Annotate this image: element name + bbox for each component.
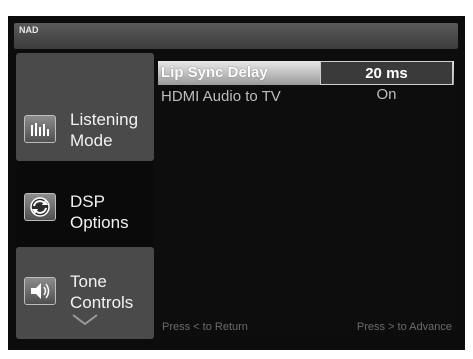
tv-screen: NAD Listening Mode DSP Options Tone Cont…	[8, 16, 465, 350]
sidebar-item-label: Tone Controls	[70, 272, 134, 312]
chevron-down-icon[interactable]	[71, 313, 99, 332]
sidebar-item-tone-controls[interactable]: Tone Controls	[16, 247, 154, 339]
sidebar-item-label: DSP Options	[70, 192, 129, 232]
sidebar-item-label: Listening Mode	[70, 110, 139, 150]
setting-label: HDMI Audio to TV	[161, 88, 281, 105]
setting-row-lip-sync-delay[interactable]: Lip Sync Delay 20 ms	[158, 61, 454, 85]
equalizer-bars-icon	[24, 115, 56, 143]
return-hint: Press < to Return	[162, 321, 248, 333]
setting-row-hdmi-audio-to-tv[interactable]: HDMI Audio to TV On	[158, 85, 454, 109]
setting-value[interactable]: On	[320, 83, 453, 107]
setting-value[interactable]: 20 ms	[320, 61, 453, 85]
sidebar-item-dsp-options[interactable]: DSP Options	[16, 161, 154, 247]
sidebar-menu: Listening Mode DSP Options Tone Controls	[16, 53, 154, 339]
advance-hint: Press > to Advance	[356, 321, 452, 333]
refresh-cycle-icon	[24, 193, 56, 221]
sidebar-item-listening-mode[interactable]: Listening Mode	[16, 53, 154, 161]
speaker-icon	[24, 277, 56, 305]
title-bar: NAD	[14, 23, 458, 49]
brand-logo: NAD	[19, 25, 39, 35]
settings-panel: Lip Sync Delay 20 ms HDMI Audio to TV On…	[154, 53, 458, 339]
setting-label: Lip Sync Delay	[161, 64, 268, 81]
